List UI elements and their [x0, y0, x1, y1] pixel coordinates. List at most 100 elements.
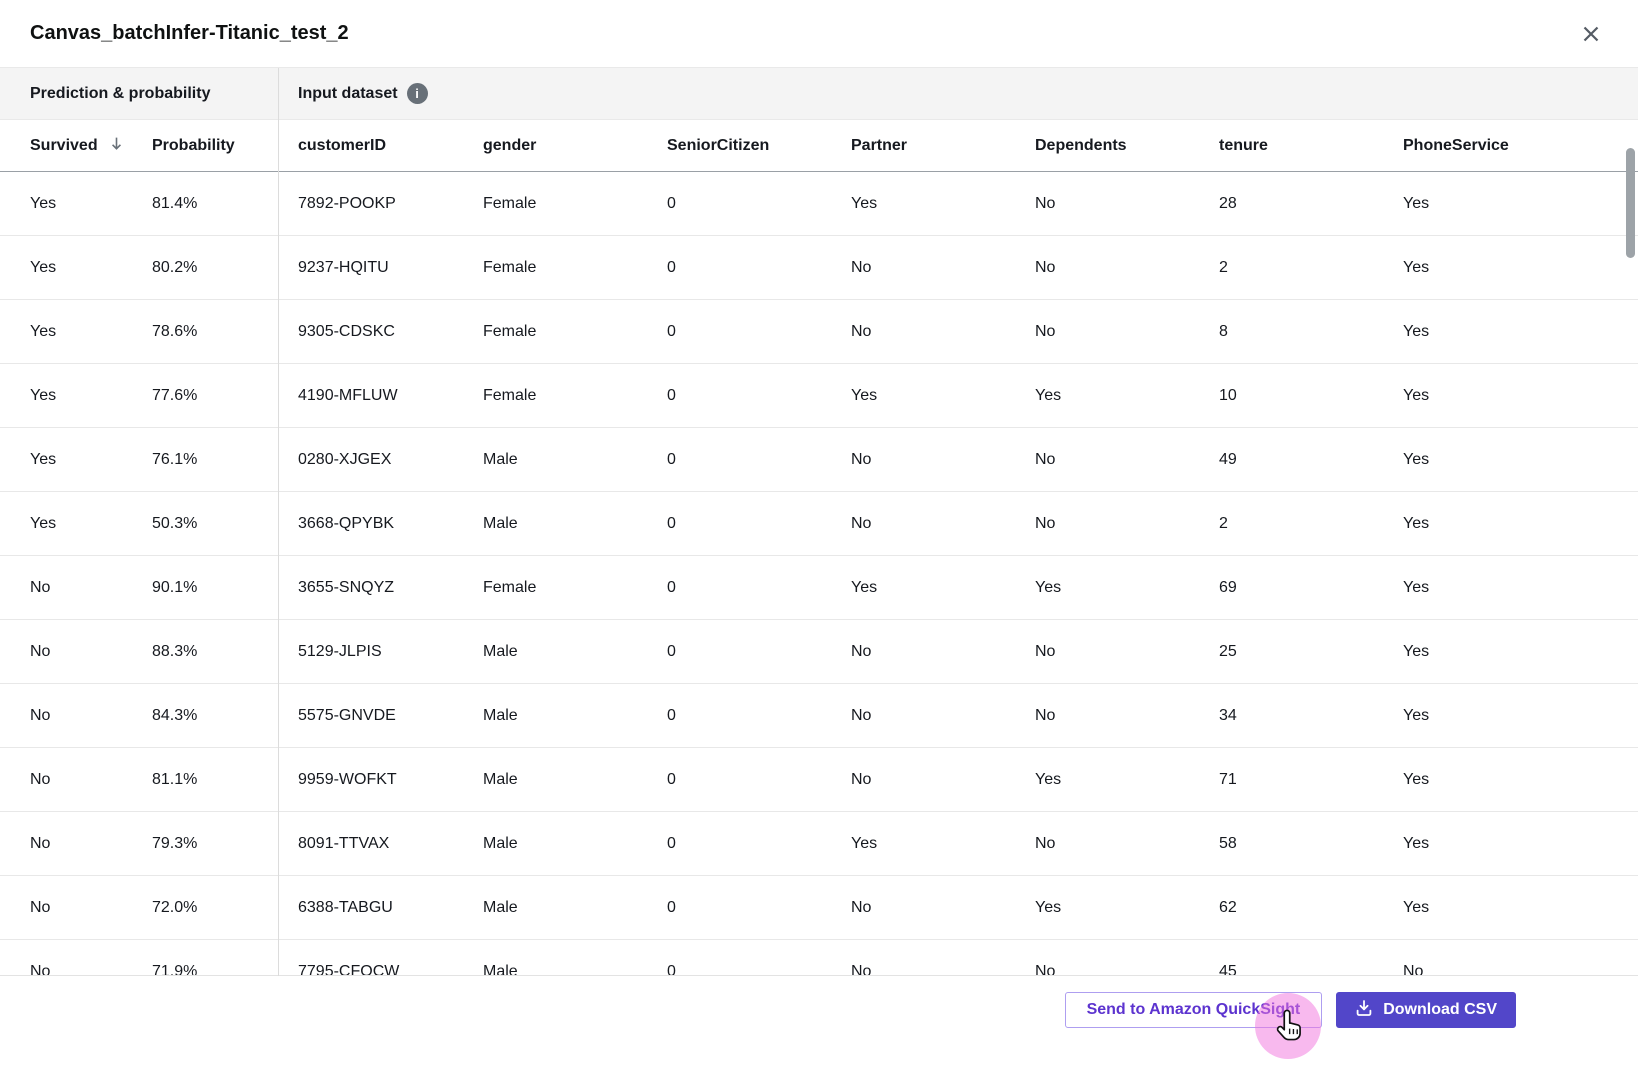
column-header-survived[interactable]: Survived — [30, 135, 152, 157]
cell-customerid: 7795-CFOCW — [298, 962, 400, 976]
cell-partner: Yes — [851, 578, 878, 596]
send-to-quicksight-button[interactable]: Send to Amazon QuickSight — [1064, 992, 1323, 1028]
cell-survived: No — [30, 770, 51, 788]
cell-dependents: Yes — [1035, 578, 1062, 596]
cell-probability: 71.9% — [152, 962, 198, 976]
section-input-dataset: Input dataset i — [278, 83, 428, 104]
column-header-phoneservice[interactable]: PhoneService — [1403, 137, 1638, 155]
cell-survived: No — [30, 898, 51, 916]
cell-probability: 84.3% — [152, 706, 198, 724]
cell-phoneservice: Yes — [1403, 450, 1430, 468]
cell-phoneservice: Yes — [1403, 578, 1430, 596]
cell-customerid: 4190-MFLUW — [298, 386, 398, 404]
cell-partner: No — [851, 770, 872, 788]
column-header-customerid[interactable]: customerID — [298, 137, 483, 155]
modal-title: Canvas_batchInfer-Titanic_test_2 — [30, 22, 349, 44]
cell-phoneservice: Yes — [1403, 642, 1430, 660]
cell-seniorcitizen: 0 — [667, 642, 676, 660]
column-header-partner[interactable]: Partner — [851, 137, 1035, 155]
column-header-row: Survived Probability customerID gender S… — [0, 120, 1638, 172]
cell-dependents: Yes — [1035, 770, 1062, 788]
cell-phoneservice: Yes — [1403, 514, 1430, 532]
cell-probability: 78.6% — [152, 322, 198, 340]
close-button[interactable] — [1574, 17, 1608, 51]
cell-seniorcitizen: 0 — [667, 834, 676, 852]
cell-phoneservice: Yes — [1403, 770, 1430, 788]
download-icon — [1355, 999, 1373, 1022]
cell-gender: Male — [483, 834, 518, 852]
table-row: No 72.0% 6388-TABGU Male 0 No Yes 62 Yes — [0, 876, 1638, 940]
cell-gender: Male — [483, 962, 518, 976]
cell-probability: 81.4% — [152, 194, 198, 212]
table-row: Yes 80.2% 9237-HQITU Female 0 No No 2 Ye… — [0, 236, 1638, 300]
cell-dependents: No — [1035, 194, 1056, 212]
cell-probability: 79.3% — [152, 834, 198, 852]
scrollbar-thumb[interactable] — [1626, 148, 1635, 258]
cell-dependents: No — [1035, 642, 1056, 660]
cell-gender: Female — [483, 578, 537, 596]
cell-seniorcitizen: 0 — [667, 578, 676, 596]
cell-probability: 72.0% — [152, 898, 198, 916]
cell-seniorcitizen: 0 — [667, 770, 676, 788]
cell-survived: Yes — [30, 322, 57, 340]
cell-probability: 77.6% — [152, 386, 198, 404]
info-icon[interactable]: i — [406, 83, 428, 104]
cell-seniorcitizen: 0 — [667, 706, 676, 724]
cell-customerid: 5129-JLPIS — [298, 642, 382, 660]
cell-phoneservice: Yes — [1403, 194, 1430, 212]
cell-tenure: 49 — [1219, 450, 1237, 468]
column-header-seniorcitizen[interactable]: SeniorCitizen — [667, 137, 851, 155]
column-header-dependents[interactable]: Dependents — [1035, 137, 1219, 155]
cell-dependents: Yes — [1035, 386, 1062, 404]
cell-dependents: No — [1035, 258, 1056, 276]
table-row: No 88.3% 5129-JLPIS Male 0 No No 25 Yes — [0, 620, 1638, 684]
cell-gender: Male — [483, 898, 518, 916]
cell-customerid: 5575-GNVDE — [298, 706, 396, 724]
cell-gender: Female — [483, 386, 537, 404]
cell-partner: No — [851, 962, 872, 976]
cell-gender: Male — [483, 450, 518, 468]
cell-seniorcitizen: 0 — [667, 194, 676, 212]
cell-probability: 50.3% — [152, 514, 198, 532]
table-row: No 79.3% 8091-TTVAX Male 0 Yes No 58 Yes — [0, 812, 1638, 876]
cell-survived: Yes — [30, 194, 57, 212]
cell-tenure: 58 — [1219, 834, 1237, 852]
cell-partner: No — [851, 450, 872, 468]
table-row: No 90.1% 3655-SNQYZ Female 0 Yes Yes 69 … — [0, 556, 1638, 620]
cell-partner: No — [851, 322, 872, 340]
cell-dependents: No — [1035, 322, 1056, 340]
cell-seniorcitizen: 0 — [667, 258, 676, 276]
table-row: Yes 76.1% 0280-XJGEX Male 0 No No 49 Yes — [0, 428, 1638, 492]
cell-probability: 90.1% — [152, 578, 198, 596]
download-csv-button[interactable]: Download CSV — [1336, 992, 1516, 1028]
cell-tenure: 45 — [1219, 962, 1237, 976]
cell-gender: Male — [483, 770, 518, 788]
cell-dependents: No — [1035, 962, 1056, 976]
cell-tenure: 10 — [1219, 386, 1237, 404]
cell-partner: No — [851, 514, 872, 532]
cell-probability: 80.2% — [152, 258, 198, 276]
cell-gender: Male — [483, 514, 518, 532]
cell-customerid: 0280-XJGEX — [298, 450, 392, 468]
table-row: Yes 81.4% 7892-POOKP Female 0 Yes No 28 … — [0, 172, 1638, 236]
cell-phoneservice: Yes — [1403, 898, 1430, 916]
cell-phoneservice: Yes — [1403, 834, 1430, 852]
cell-phoneservice: No — [1403, 962, 1424, 976]
cell-survived: No — [30, 962, 51, 976]
column-header-probability[interactable]: Probability — [152, 137, 298, 155]
cell-seniorcitizen: 0 — [667, 962, 676, 976]
cell-survived: Yes — [30, 514, 57, 532]
column-header-gender[interactable]: gender — [483, 137, 667, 155]
cell-tenure: 28 — [1219, 194, 1237, 212]
column-header-tenure[interactable]: tenure — [1219, 137, 1403, 155]
table-body: Yes 81.4% 7892-POOKP Female 0 Yes No 28 … — [0, 172, 1638, 976]
cell-probability: 81.1% — [152, 770, 198, 788]
cell-survived: No — [30, 578, 51, 596]
cell-partner: No — [851, 898, 872, 916]
section-divider — [278, 68, 279, 976]
cell-customerid: 3668-QPYBK — [298, 514, 395, 532]
cell-tenure: 2 — [1219, 514, 1228, 532]
cell-partner: Yes — [851, 194, 878, 212]
cell-dependents: No — [1035, 450, 1056, 468]
cell-tenure: 69 — [1219, 578, 1237, 596]
